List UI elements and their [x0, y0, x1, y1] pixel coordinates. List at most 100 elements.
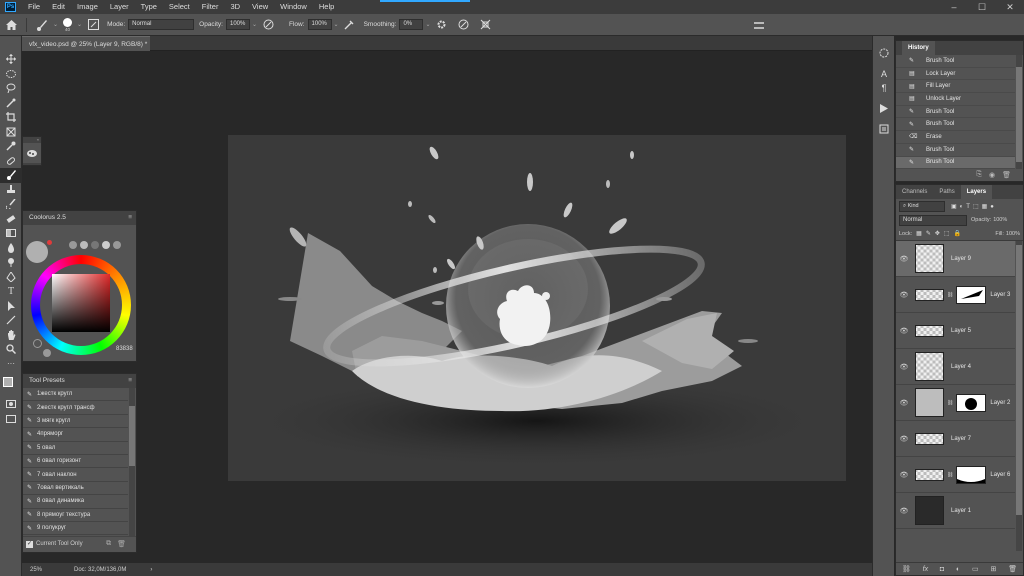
- workspace-switcher-icon[interactable]: [750, 14, 768, 36]
- lasso-tool-icon[interactable]: [0, 81, 22, 96]
- canvas-workspace[interactable]: [22, 51, 872, 563]
- preset-item[interactable]: ✎ 7 овал наклон: [23, 468, 128, 482]
- layer-row[interactable]: 👁 Layer 5: [896, 313, 1015, 349]
- palette-icon[interactable]: [113, 241, 121, 249]
- trash-icon[interactable]: 🗑: [1008, 565, 1017, 573]
- palette-icon[interactable]: [91, 241, 99, 249]
- symmetry-icon[interactable]: [479, 18, 493, 32]
- layer-row[interactable]: 👁 ⛓ Layer 6: [896, 457, 1015, 493]
- layer-mask[interactable]: [956, 393, 987, 412]
- history-item[interactable]: ✎ Brush Tool: [896, 118, 1015, 132]
- type-tool-icon[interactable]: T: [0, 284, 22, 299]
- menu-edit[interactable]: Edit: [46, 0, 71, 14]
- trash-icon[interactable]: 🗑: [1002, 171, 1011, 179]
- current-tool-checkbox[interactable]: ✓: [26, 540, 33, 548]
- menu-3d[interactable]: 3D: [224, 0, 246, 14]
- palette-icon[interactable]: [102, 241, 110, 249]
- layer-row[interactable]: 👁 ⛓ Layer 2: [896, 385, 1015, 421]
- eye-icon[interactable]: 👁: [896, 363, 912, 371]
- layer-mask[interactable]: [956, 465, 987, 484]
- eye-icon[interactable]: 👁: [896, 399, 912, 407]
- eraser-icon[interactable]: [0, 212, 22, 227]
- brush-tool-icon[interactable]: [35, 18, 49, 32]
- quick-select-icon[interactable]: [0, 96, 22, 111]
- pressure-size-icon[interactable]: [457, 18, 471, 32]
- history-item[interactable]: ▤ Lock Layer: [896, 68, 1015, 81]
- history-item[interactable]: ▤ Fill Layer: [896, 80, 1015, 94]
- menu-view[interactable]: View: [246, 0, 274, 14]
- preset-item[interactable]: ✎ 7овал вертикаль: [23, 482, 128, 496]
- history-scrollbar[interactable]: [1016, 55, 1022, 169]
- eye-icon[interactable]: 👁: [896, 471, 912, 479]
- preset-item[interactable]: ✎ 3 мягк кругл: [23, 415, 128, 429]
- history-item[interactable]: ✎ Brush Tool: [896, 55, 1015, 68]
- brush-presets-icon[interactable]: [23, 143, 41, 163]
- chevron-right-icon[interactable]: ›: [150, 567, 152, 573]
- kind-filter-select[interactable]: ⌕ Kind: [899, 200, 945, 212]
- hand-tool-icon[interactable]: [0, 328, 22, 343]
- dodge-tool-icon[interactable]: [0, 255, 22, 270]
- more-tools-icon[interactable]: ···: [0, 357, 22, 372]
- layer-row[interactable]: 👁 Layer 4: [896, 349, 1015, 385]
- link-layers-icon[interactable]: ⛓: [902, 565, 911, 573]
- history-item-selected[interactable]: ✎ Brush Tool: [896, 156, 1015, 170]
- chevron-down-icon[interactable]: ⌄: [77, 21, 82, 28]
- chevron-down-icon[interactable]: ⌄: [252, 21, 257, 28]
- document-tab[interactable]: vfx_video.psd @ 25% (Layer 9, RGB/8) * ×: [22, 36, 150, 63]
- smoothing-field[interactable]: 0%: [399, 19, 424, 30]
- move-tool-icon[interactable]: [0, 52, 22, 67]
- history-item[interactable]: ✎ Brush Tool: [896, 144, 1015, 157]
- eye-icon[interactable]: 👁: [896, 255, 912, 263]
- panel-menu-icon[interactable]: ≡: [128, 374, 136, 388]
- mode-toggle-icon[interactable]: [33, 339, 42, 348]
- history-item[interactable]: ▤ Unlock Layer: [896, 93, 1015, 106]
- preset-item[interactable]: ✎ 9 полукруг: [23, 522, 128, 536]
- scrollbar-thumb[interactable]: [1016, 245, 1022, 515]
- brush-settings-icon[interactable]: [86, 18, 100, 32]
- tab-layers[interactable]: Layers: [960, 185, 993, 199]
- clone-stamp-icon[interactable]: [0, 183, 22, 198]
- menu-image[interactable]: Image: [71, 0, 104, 14]
- camera-icon[interactable]: ◉: [989, 171, 995, 179]
- preset-item[interactable]: ✎ 2жестк кругл трансф: [23, 401, 128, 415]
- history-tab[interactable]: History: [902, 41, 935, 55]
- zoom-tool-icon[interactable]: [0, 342, 22, 357]
- eye-icon[interactable]: 👁: [896, 327, 912, 335]
- menu-help[interactable]: Help: [313, 0, 340, 14]
- saturation-value-square[interactable]: [52, 274, 110, 332]
- menu-file[interactable]: File: [22, 0, 46, 14]
- presets-scrollbar[interactable]: [129, 388, 135, 536]
- character-panel-icon[interactable]: A: [873, 67, 895, 82]
- new-layer-icon[interactable]: ⊞: [990, 565, 996, 573]
- new-group-icon[interactable]: ▭: [972, 565, 979, 573]
- preset-item[interactable]: ✎ 6 овал горизонт: [23, 455, 128, 469]
- history-item[interactable]: ✎ Brush Tool: [896, 106, 1015, 119]
- new-document-from-state-icon[interactable]: ⎘: [976, 171, 982, 179]
- history-brush-icon[interactable]: [0, 197, 22, 212]
- minimize-icon[interactable]: –: [940, 0, 968, 14]
- gradient-tool-icon[interactable]: [0, 226, 22, 241]
- preset-item[interactable]: ✎ 4пряморг: [23, 428, 128, 442]
- paragraph-panel-icon[interactable]: ¶: [873, 81, 895, 96]
- blur-tool-icon[interactable]: [0, 241, 22, 256]
- tab-paths[interactable]: Paths: [933, 185, 960, 199]
- palette-icon[interactable]: [69, 241, 77, 249]
- preset-item[interactable]: ✎ 8 прямоуг текстура: [23, 509, 128, 522]
- menu-select[interactable]: Select: [163, 0, 196, 14]
- chevron-down-icon[interactable]: ⌄: [53, 21, 58, 28]
- path-select-icon[interactable]: [0, 299, 22, 314]
- pen-tool-icon[interactable]: [0, 270, 22, 285]
- layer-mask[interactable]: [956, 285, 987, 304]
- play-actions-icon[interactable]: [873, 102, 895, 117]
- new-preset-icon[interactable]: ⧉: [106, 540, 111, 548]
- trash-icon[interactable]: 🗑: [117, 540, 126, 548]
- brush-size-picker[interactable]: 40: [63, 17, 73, 32]
- layer-opacity-value[interactable]: 100%: [993, 217, 1007, 223]
- layer-fill-value[interactable]: 100%: [1006, 231, 1020, 237]
- layer-row[interactable]: 👁 Layer 7: [896, 421, 1015, 457]
- quick-mask-icon[interactable]: [0, 397, 22, 412]
- adjustment-layer-icon[interactable]: ◐: [956, 566, 960, 573]
- eye-icon[interactable]: 👁: [896, 291, 912, 299]
- chevron-down-icon[interactable]: ⌄: [425, 21, 430, 28]
- properties-panel-icon[interactable]: [873, 122, 895, 137]
